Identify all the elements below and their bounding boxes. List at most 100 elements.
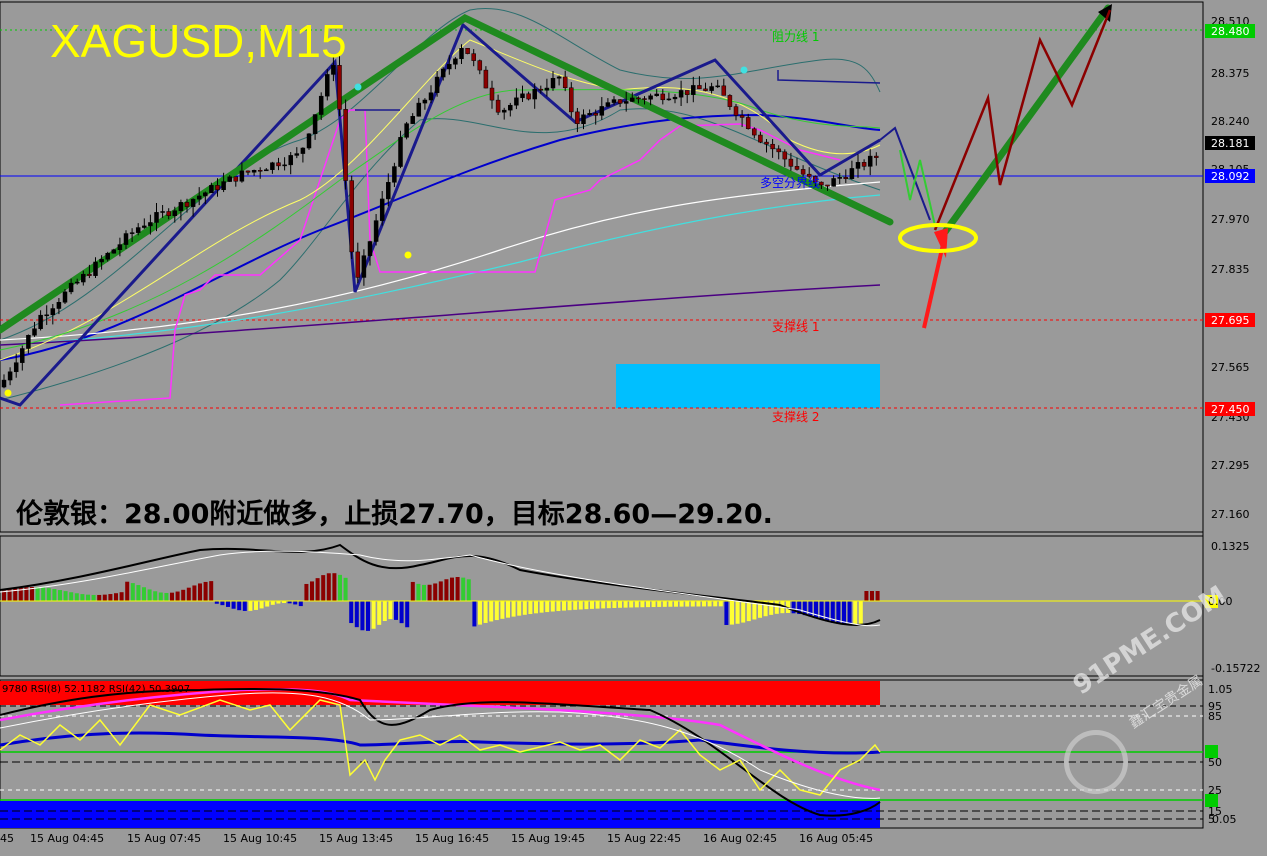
price-axis: 28.510 28.375 28.240 28.105 27.970 27.83…	[1211, 15, 1250, 521]
candle-body	[654, 93, 659, 97]
candle-body	[605, 102, 611, 107]
candle-body	[788, 158, 794, 167]
candle-body	[495, 99, 501, 113]
candle-body	[831, 178, 836, 187]
candle-body	[745, 117, 751, 130]
candle-body	[861, 162, 867, 167]
y-tick: 28.240	[1211, 115, 1250, 128]
macd-bar	[573, 601, 578, 610]
support-1-label: 支撑线 1	[772, 319, 819, 334]
macd-bar	[360, 601, 365, 631]
candle-body	[581, 114, 586, 124]
macd-bar	[870, 591, 874, 601]
macd-bar	[562, 601, 566, 611]
macd-bar	[405, 601, 410, 628]
macd-bar	[63, 591, 68, 601]
support-zone-box	[616, 364, 880, 408]
macd-bar	[310, 581, 314, 601]
candle-body	[62, 291, 68, 303]
macd-bar	[847, 601, 852, 625]
macd-bar	[674, 601, 678, 607]
marker-dot	[4, 389, 12, 397]
candle-body	[99, 259, 104, 263]
candle-body	[343, 109, 348, 181]
macd-bar	[35, 587, 40, 601]
macd-y-tick: -0.15722	[1211, 662, 1260, 675]
macd-bar	[97, 594, 102, 601]
macd-bar	[265, 601, 270, 607]
macd-bar	[349, 601, 354, 624]
macd-bar	[634, 601, 639, 608]
rsi-y-tick: 50	[1208, 756, 1222, 769]
candle-body	[611, 99, 617, 103]
candle-body	[471, 53, 476, 61]
macd-bar	[746, 601, 751, 622]
candle-body	[379, 198, 385, 221]
macd-bar	[175, 591, 180, 601]
macd-bar	[489, 601, 494, 622]
candle-body	[386, 182, 391, 200]
candle-body	[843, 177, 849, 180]
macd-bar	[556, 601, 561, 612]
candle-body	[684, 90, 690, 95]
candle-body	[361, 255, 367, 278]
macd-bar	[730, 601, 734, 625]
macd-bar	[668, 601, 673, 607]
macd-bar	[181, 589, 186, 601]
candle-body	[38, 314, 43, 329]
macd-bar	[186, 587, 191, 601]
candle-body	[447, 64, 452, 70]
candle-body	[93, 261, 98, 276]
x-tick: 16 Aug 02:45	[703, 832, 777, 845]
macd-bar	[304, 583, 309, 601]
candle-body	[733, 106, 739, 116]
candle-body	[501, 109, 507, 113]
candle-body	[294, 153, 300, 156]
candle-body	[666, 98, 672, 101]
macd-bar	[203, 581, 208, 601]
tag-support-1-label: 27.695	[1211, 314, 1250, 327]
candle-body	[239, 170, 245, 182]
y-tick: 28.375	[1211, 67, 1250, 80]
macd-bar	[41, 587, 46, 601]
macd-bar	[472, 601, 477, 627]
x-tick: 45	[0, 832, 14, 845]
macd-bar	[46, 588, 51, 601]
candle-body	[648, 95, 653, 100]
macd-bar	[657, 601, 662, 607]
candle-body	[74, 281, 80, 284]
macd-bar	[618, 601, 622, 608]
macd-bar	[321, 575, 326, 601]
macd-bar	[808, 601, 813, 617]
macd-bar	[91, 594, 96, 601]
y-tick: 27.160	[1211, 508, 1250, 521]
macd-bar	[220, 601, 225, 606]
candle-body	[837, 177, 842, 179]
rsi-y-tick: 1.05	[1208, 683, 1233, 696]
symbol-title: XAGUSD,M15	[50, 15, 347, 67]
candle-body	[428, 92, 434, 101]
candle-body	[373, 220, 379, 242]
x-tick: 16 Aug 05:45	[799, 832, 873, 845]
pivot-label: 多空分界线	[760, 176, 820, 190]
candle-body	[800, 169, 806, 175]
candle-body	[215, 185, 220, 191]
x-tick: 15 Aug 22:45	[607, 832, 681, 845]
candle-body	[849, 168, 855, 180]
macd-bar	[545, 601, 550, 613]
marker-dot	[354, 83, 362, 91]
macd-bar	[690, 601, 695, 607]
tag-resistance-label: 28.480	[1211, 25, 1250, 38]
macd-bar	[702, 601, 706, 607]
candle-body	[623, 101, 629, 104]
candle-body	[184, 202, 190, 207]
macd-bar	[58, 590, 62, 601]
macd-bar	[338, 574, 342, 601]
macd-bar	[254, 601, 258, 610]
macd-bar	[567, 601, 572, 611]
candle-body	[562, 76, 568, 89]
candle-body	[715, 85, 720, 88]
macd-bar	[875, 591, 880, 601]
x-tick: 15 Aug 10:45	[223, 832, 297, 845]
candle-body	[300, 147, 306, 154]
